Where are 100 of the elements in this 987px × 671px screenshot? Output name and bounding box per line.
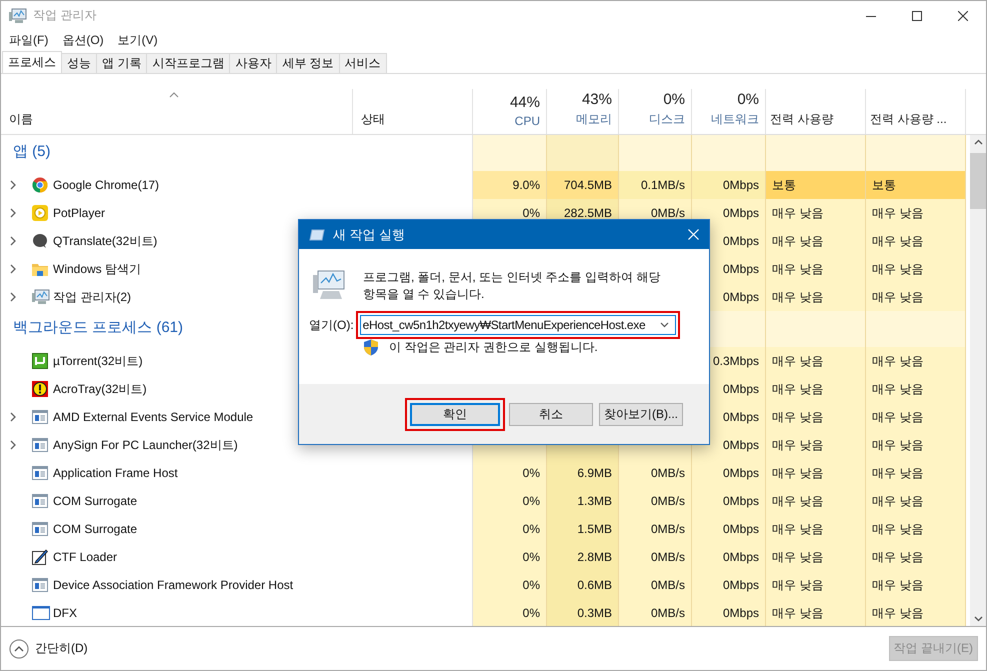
process-name[interactable]: PotPlayer — [53, 206, 106, 220]
column-total: 0% — [663, 91, 685, 108]
fewer-details-link[interactable]: 간단히(D) — [35, 640, 88, 657]
process-name[interactable]: Application Frame Host — [53, 466, 178, 480]
chevron-icon[interactable] — [10, 236, 16, 246]
window-icon — [32, 606, 50, 620]
process-name[interactable]: DFX — [53, 606, 77, 620]
dialog-button[interactable]: 취소 — [509, 402, 593, 426]
chevron-icon[interactable] — [10, 412, 16, 422]
table-cell: 0MB/s — [619, 459, 692, 487]
process-name[interactable]: Google Chrome(17) — [53, 178, 160, 192]
scroll-thumb[interactable] — [970, 153, 986, 209]
menu-item[interactable]: 보기(V) — [118, 32, 158, 48]
process-name[interactable]: COM Surrogate — [53, 494, 138, 508]
dialog-button[interactable]: 찾아보기(B)... — [599, 402, 683, 426]
table-cell: 매우 낮음 — [766, 403, 866, 431]
table-cell: 1.5MB — [547, 515, 619, 543]
chevron-icon[interactable] — [10, 264, 16, 274]
table-cell: 0MB/s — [619, 543, 692, 571]
column-header[interactable]: 전력 사용량 ... — [870, 111, 947, 128]
process-name[interactable]: µTorrent(32비트) — [53, 352, 143, 370]
column-total: 0% — [737, 91, 759, 108]
process-name[interactable]: AMD External Events Service Module — [53, 410, 254, 424]
table-cell: 0% — [473, 487, 547, 515]
table-cell: 매우 낮음 — [866, 571, 966, 599]
process-name[interactable]: QTranslate(32비트) — [53, 232, 158, 250]
column-header[interactable]: 상태 — [361, 111, 385, 128]
app-window-icon — [32, 466, 48, 480]
window-title: 작업 관리자 — [33, 7, 96, 24]
chevron-icon[interactable] — [10, 180, 16, 190]
chevron-icon[interactable] — [10, 440, 16, 450]
table-cell: 보통 — [766, 171, 866, 199]
table-cell: 매우 낮음 — [866, 403, 966, 431]
monitor-icon — [32, 289, 50, 305]
table-cell: 0Mbps — [692, 599, 766, 626]
group-header: 앱 (5) — [13, 143, 50, 160]
dropdown-caret-icon[interactable] — [660, 322, 669, 328]
table-cell: 0Mbps — [692, 487, 766, 515]
column-header[interactable]: 전력 사용량 — [770, 111, 834, 128]
tab[interactable]: 성능 — [61, 53, 97, 73]
column-header[interactable]: 메모리 — [576, 111, 612, 128]
table-cell: 0Mbps — [692, 543, 766, 571]
table-cell: 0% — [473, 571, 547, 599]
group-header: 백그라운드 프로세스 (61) — [13, 319, 184, 336]
table-cell: 0Mbps — [692, 459, 766, 487]
tab[interactable]: 앱 기록 — [96, 53, 148, 73]
menu-item[interactable]: 파일(F) — [9, 32, 48, 48]
process-name[interactable]: Windows 탐색기 — [53, 260, 142, 278]
open-combo-field[interactable]: eHost_cw5n1h2txyewy₩StartMenuExperienceHost.exe — [360, 315, 676, 335]
chevron-icon[interactable] — [10, 208, 16, 218]
process-name[interactable]: AcroTray(32비트) — [53, 380, 147, 398]
table-cell: 매우 낮음 — [766, 347, 866, 375]
column-header[interactable]: 네트워크 — [711, 111, 759, 128]
column-header[interactable]: 이름 — [9, 111, 352, 128]
app-icon — [9, 8, 27, 24]
tab[interactable]: 사용자 — [229, 53, 278, 73]
tab[interactable]: 프로세스 — [2, 51, 62, 73]
collapse-icon[interactable] — [9, 638, 29, 658]
table-cell: 매우 낮음 — [866, 599, 966, 626]
table-cell: 9.0% — [473, 171, 547, 199]
column-header[interactable]: CPU — [514, 114, 540, 128]
table-cell: 0MB/s — [619, 515, 692, 543]
table-cell: 매우 낮음 — [866, 459, 966, 487]
chevron-icon[interactable] — [10, 292, 16, 302]
table-cell: 0Mbps — [692, 515, 766, 543]
sort-caret-icon[interactable] — [169, 92, 179, 98]
table-cell: 매우 낮음 — [766, 459, 866, 487]
warning-icon — [32, 381, 48, 397]
table-cell: 0MB/s — [619, 487, 692, 515]
table-cell: 6.9MB — [547, 459, 619, 487]
maximize-icon[interactable] — [912, 10, 922, 20]
dialog-button[interactable]: 확인 — [410, 402, 500, 426]
process-name[interactable]: AnySign For PC Launcher(32비트) — [53, 436, 238, 454]
scrollbar[interactable] — [970, 135, 986, 626]
table-cell: 매우 낮음 — [866, 515, 966, 543]
table-cell: 매우 낮음 — [866, 227, 966, 255]
table-cell — [547, 135, 619, 171]
process-name[interactable]: 작업 관리자(2) — [53, 288, 131, 306]
table-cell: 2.8MB — [547, 543, 619, 571]
process-name[interactable]: COM Surrogate — [53, 522, 138, 536]
shield-icon — [363, 339, 379, 356]
menu-item[interactable]: 옵션(O) — [62, 32, 104, 48]
table-cell: 매우 낮음 — [766, 543, 866, 571]
tab[interactable]: 서비스 — [338, 53, 387, 73]
table-cell: 매우 낮음 — [766, 283, 866, 311]
tab[interactable]: 시작프로그램 — [146, 53, 230, 73]
table-cell: 매우 낮음 — [866, 199, 966, 227]
column-header[interactable]: 디스크 — [649, 111, 685, 128]
process-name[interactable]: CTF Loader — [53, 550, 118, 564]
table-cell: 매우 낮음 — [766, 431, 866, 459]
dialog-title: 새 작업 실행 — [333, 226, 406, 244]
table-cell: 0MB/s — [619, 599, 692, 626]
scroll-down-icon[interactable] — [974, 616, 982, 622]
close-icon[interactable] — [958, 10, 968, 20]
table-cell: 0.1MB/s — [619, 171, 692, 199]
table-cell: 0Mbps — [692, 199, 766, 227]
scroll-up-icon[interactable] — [974, 139, 982, 145]
tab[interactable]: 세부 정보 — [276, 53, 340, 73]
pen-icon — [32, 549, 48, 565]
process-name[interactable]: Device Association Framework Provider Host — [53, 578, 294, 592]
